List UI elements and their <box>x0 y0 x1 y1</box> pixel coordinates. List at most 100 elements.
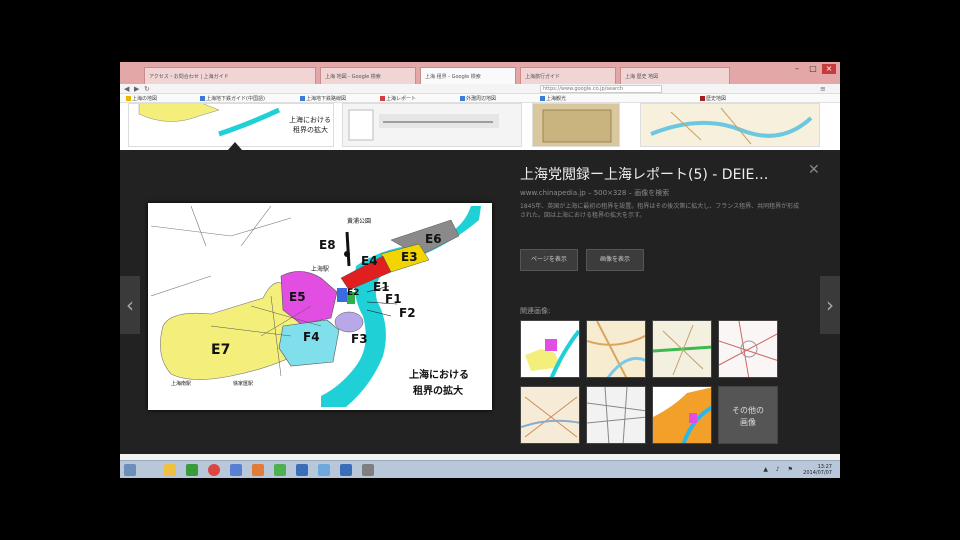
previous-image-button[interactable]: ‹ <box>120 276 140 334</box>
zone-label: F3 <box>351 332 368 346</box>
visit-page-button[interactable]: ページを表示 <box>520 249 578 271</box>
map-thumbnail-icon <box>719 321 777 377</box>
start-button-icon[interactable] <box>124 464 136 476</box>
maximize-button[interactable]: □ <box>806 64 820 74</box>
page-icon <box>380 96 385 101</box>
app-icon[interactable] <box>362 464 374 476</box>
related-thumbnail[interactable] <box>520 320 580 378</box>
bookmark-label: 上海レポート <box>386 96 417 102</box>
browser-tab-bar: アクセス・お問合わせ | 上海ガイド 上海 地図 - Google 検索 上海 … <box>120 62 840 84</box>
app-icon[interactable] <box>252 464 264 476</box>
selection-caret <box>228 142 242 150</box>
related-thumbnail[interactable] <box>586 386 646 444</box>
map-thumbnail-icon <box>653 321 711 377</box>
result-thumbnail-selected[interactable]: 上海における 租界の拡大 <box>128 103 334 147</box>
more-images-button[interactable]: その他の 画像 <box>718 386 778 444</box>
image-meta: www.chinapedia.jp – 500×328 – 画像を検索 <box>520 189 670 197</box>
map-thumbnail-icon <box>521 321 579 377</box>
map-thumbnail-icon <box>521 387 579 443</box>
folder-icon <box>126 96 131 101</box>
app-icon[interactable] <box>296 464 308 476</box>
map-thumbnail-icon <box>641 104 819 146</box>
zone-label: E3 <box>401 250 418 264</box>
tab-2[interactable]: 上海 地図 - Google 検索 <box>320 67 416 84</box>
related-images-label: 関連画像: <box>520 307 551 315</box>
bookmark-item[interactable]: 上海観光 <box>540 95 566 102</box>
result-thumbnail[interactable] <box>532 103 620 147</box>
place-label: 上海駅 <box>311 266 330 273</box>
bookmark-label: 上海観光 <box>546 96 567 102</box>
reload-icon[interactable]: ↻ <box>144 85 150 93</box>
tab-label: アクセス・お問合わせ | 上海ガイド <box>149 74 229 80</box>
zone-label: E2 <box>347 288 360 298</box>
result-thumbnail[interactable] <box>640 103 820 147</box>
close-icon[interactable]: ✕ <box>808 162 820 178</box>
page-icon <box>700 96 705 101</box>
place-label: 上海南駅 <box>171 381 192 387</box>
zone-label: F2 <box>399 306 416 320</box>
zone-label: F4 <box>303 330 320 344</box>
zone-label: E6 <box>425 232 442 246</box>
bookmark-label: 上海地下鉄ガイド(中国語) <box>206 96 265 102</box>
bookmark-label: 上海の地図 <box>132 96 158 102</box>
page-icon <box>540 96 545 101</box>
svg-text:上海における: 上海における <box>289 115 331 124</box>
close-window-button[interactable]: × <box>822 64 836 74</box>
image-title[interactable]: 上海党閲録ー上海レポート(5) - DEIE… <box>520 164 810 184</box>
map-labels: E1 E2 E3 E4 E5 E6 E7 E8 F1 F2 F3 F4 黄浦公園… <box>151 206 489 407</box>
tab-label: 上海旅行ガイド <box>525 74 561 80</box>
taskbar-clock[interactable]: 13:27 2014/07/07 <box>803 464 832 476</box>
app-icon[interactable] <box>230 464 242 476</box>
bookmark-item[interactable]: 歴史地図 <box>700 95 726 102</box>
map-caption: 上海における <box>409 370 469 381</box>
address-input[interactable]: https://www.google.co.jp/search <box>540 85 662 93</box>
svg-text:租界の拡大: 租界の拡大 <box>293 125 328 134</box>
map-thumbnail-icon <box>653 387 711 443</box>
zone-label: E7 <box>211 342 231 358</box>
file-explorer-icon[interactable] <box>164 464 176 476</box>
zone-label: E5 <box>289 290 306 304</box>
system-tray-icons[interactable]: ▲ ♪ ⚑ <box>763 466 796 473</box>
related-thumbnail[interactable] <box>652 386 712 444</box>
forward-icon[interactable]: ▶ <box>134 85 139 93</box>
related-thumbnail[interactable] <box>718 320 778 378</box>
bookmark-label: 歴史地図 <box>706 96 727 102</box>
tab-label: 上海 租界 - Google 検索 <box>425 74 481 80</box>
tab-1[interactable]: アクセス・お問合わせ | 上海ガイド <box>144 67 316 84</box>
related-thumbnail[interactable] <box>520 386 580 444</box>
bookmark-item[interactable]: 上海地下鉄路線図 <box>300 95 346 102</box>
related-thumbnail[interactable] <box>586 320 646 378</box>
tab-3[interactable]: 上海 租界 - Google 検索 <box>420 67 516 84</box>
app-icon[interactable] <box>186 464 198 476</box>
image-description: 1845年、英国が上海に最初の租界を設置。租界はその後次第に拡大し、フランス租界… <box>520 203 800 219</box>
bookmark-item[interactable]: 外灘周辺地図 <box>460 95 496 102</box>
tab-5[interactable]: 上海 歴史 地図 <box>620 67 730 84</box>
address-bar-row: ◀ ▶ ↻ https://www.google.co.jp/search ≡ <box>120 84 840 94</box>
bookmarks-bar: 上海の地図 上海地下鉄ガイド(中国語) 上海地下鉄路線図 上海レポート 外灘周辺… <box>120 94 840 103</box>
page-icon <box>460 96 465 101</box>
chrome-icon[interactable] <box>208 464 220 476</box>
bookmark-item[interactable]: 上海地下鉄ガイド(中国語) <box>200 95 265 102</box>
tab-4[interactable]: 上海旅行ガイド <box>520 67 616 84</box>
related-thumbnail[interactable] <box>652 320 712 378</box>
app-icon[interactable] <box>340 464 352 476</box>
minimize-button[interactable]: – <box>790 64 804 74</box>
map-thumbnail-icon <box>587 321 645 377</box>
main-preview-image[interactable]: E1 E2 E3 E4 E5 E6 E7 E8 F1 F2 F3 F4 黄浦公園… <box>148 203 492 410</box>
app-icon[interactable] <box>274 464 286 476</box>
old-map-thumbnail-icon <box>533 104 619 146</box>
menu-icon[interactable]: ≡ <box>820 85 826 93</box>
tab-label: 上海 歴史 地図 <box>625 74 659 80</box>
page-icon <box>200 96 205 101</box>
bookmark-label: 外灘周辺地図 <box>466 96 497 102</box>
windows-taskbar: ▲ ♪ ⚑ 13:27 2014/07/07 <box>120 460 840 478</box>
result-thumbnail[interactable] <box>342 103 522 147</box>
view-image-button[interactable]: 画像を表示 <box>586 249 644 271</box>
image-detail-panel: ‹ › E1 E2 E3 E4 E5 E6 E7 E8 F1 F2 F3 F4 … <box>120 150 840 454</box>
back-icon[interactable]: ◀ <box>124 85 129 93</box>
app-icon[interactable] <box>318 464 330 476</box>
bookmark-item[interactable]: 上海レポート <box>380 95 416 102</box>
zone-label: E4 <box>361 254 378 268</box>
next-image-button[interactable]: › <box>820 276 840 334</box>
bookmark-item[interactable]: 上海の地図 <box>126 95 157 102</box>
